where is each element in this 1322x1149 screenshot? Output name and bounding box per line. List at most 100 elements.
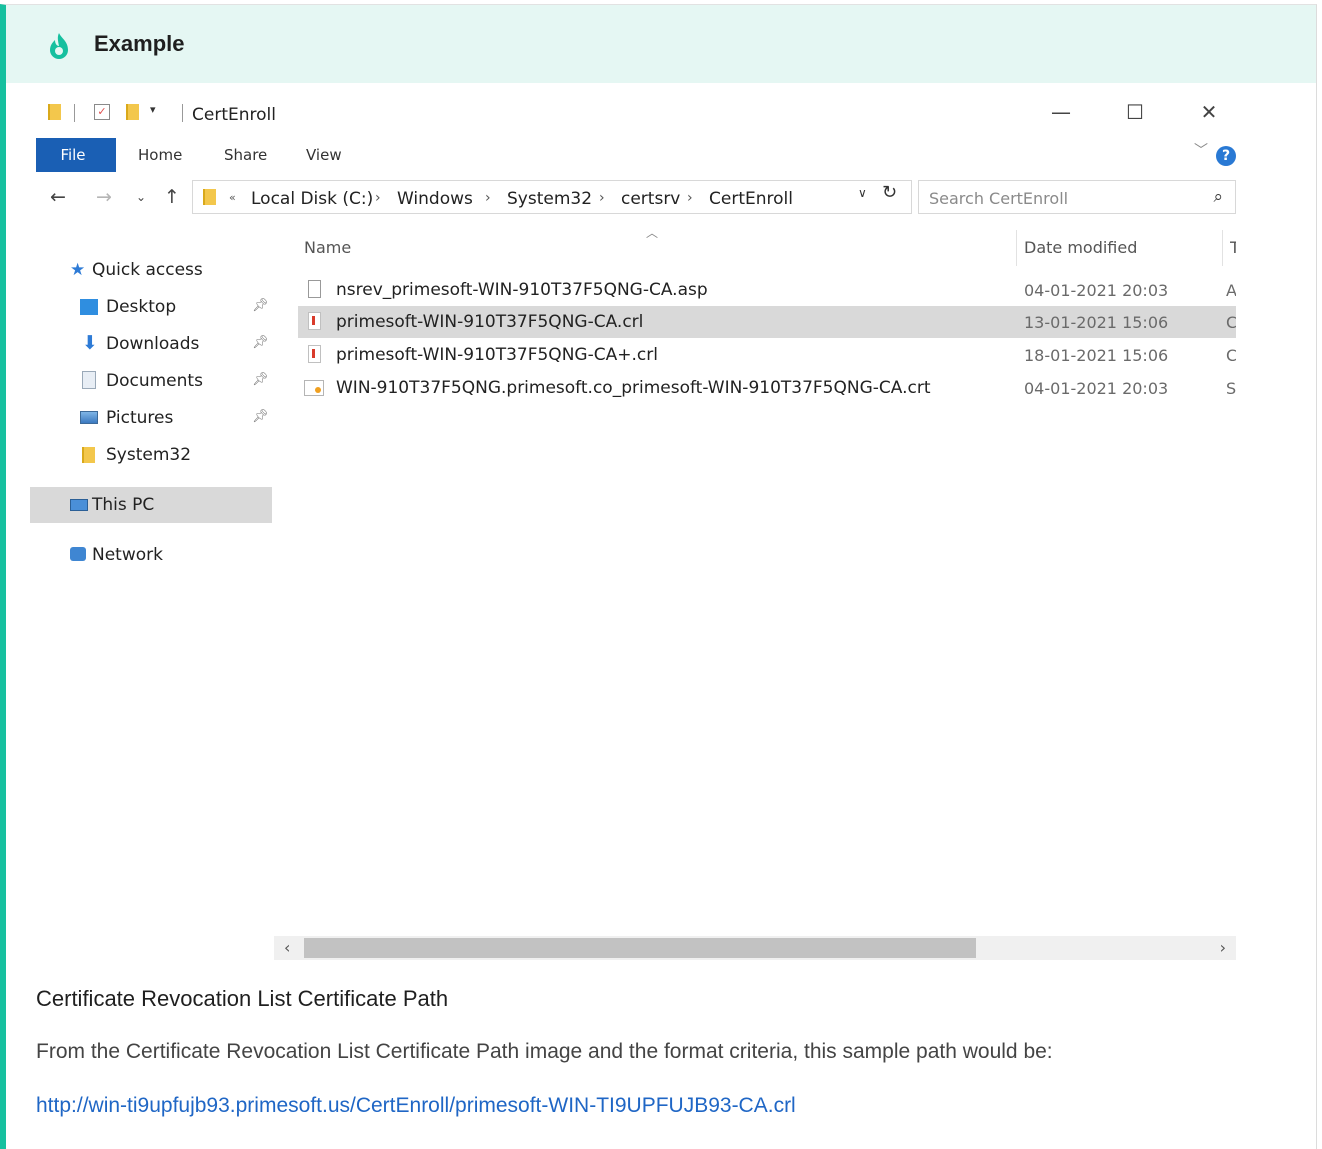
nav-label: System32 xyxy=(106,445,192,465)
nav-label: Downloads xyxy=(106,334,200,354)
help-icon[interactable]: ? xyxy=(1216,146,1236,166)
file-row[interactable]: WIN-910T37F5QNG.primesoft.co_primesoft-W… xyxy=(298,372,1236,404)
pin-icon[interactable]: 📌︎ xyxy=(252,298,269,313)
file-type: S xyxy=(1226,379,1236,398)
network-icon xyxy=(70,547,86,561)
nav-item-system32[interactable]: System32 xyxy=(30,437,272,473)
back-icon[interactable]: ← xyxy=(50,186,66,208)
flame-icon xyxy=(50,33,68,59)
nav-label: Network xyxy=(92,545,163,565)
expand-ribbon-icon[interactable]: ﹀ xyxy=(1194,140,1208,160)
column-divider[interactable] xyxy=(1222,230,1223,266)
download-icon: ⬇ xyxy=(82,332,98,354)
file-row[interactable]: nsrev_primesoft-WIN-910T37F5QNG-CA.asp 0… xyxy=(298,274,1236,306)
pin-icon[interactable]: 📌︎ xyxy=(252,372,269,387)
callout-header: Example xyxy=(6,5,1316,83)
title-bar: ✓ ▾ CertEnroll — ☐ ✕ xyxy=(30,92,1236,132)
folder-icon xyxy=(48,104,61,120)
chevron-right-icon[interactable]: › xyxy=(485,190,491,206)
file-name: primesoft-WIN-910T37F5QNG-CA+.crl xyxy=(336,345,658,365)
column-header-date-modified[interactable]: Date modified xyxy=(1024,238,1137,257)
nav-label: Desktop xyxy=(106,297,177,317)
up-icon[interactable]: ↑ xyxy=(164,186,180,208)
sort-ascending-icon: ︿ xyxy=(646,226,659,240)
nav-label: Quick access xyxy=(92,260,203,280)
chevron-right-icon[interactable]: › xyxy=(687,190,693,206)
forward-icon[interactable]: → xyxy=(96,186,112,208)
column-header-type[interactable]: T xyxy=(1230,238,1236,257)
column-header-name[interactable]: Name xyxy=(304,238,351,257)
address-row: ← → ⌄ ↑ « Local Disk (C:) › Windows › Sy… xyxy=(30,176,1236,218)
file-list: ︿ Name Date modified T nsrev_primesoft-W… xyxy=(274,220,1236,964)
nav-item-documents[interactable]: Documents 📌︎ xyxy=(30,363,272,399)
address-dropdown-icon[interactable]: ∨ xyxy=(858,186,867,200)
desktop-icon xyxy=(80,299,98,315)
nav-item-pictures[interactable]: Pictures 📌︎ xyxy=(30,400,272,436)
maximize-button[interactable]: ☐ xyxy=(1120,100,1150,124)
certificate-file-icon xyxy=(304,380,324,396)
scroll-right-icon[interactable]: › xyxy=(1220,938,1226,957)
nav-label: Pictures xyxy=(106,408,174,428)
pin-icon[interactable]: 📌︎ xyxy=(252,335,269,350)
file-type: C xyxy=(1226,313,1236,332)
nav-item-network[interactable]: Network xyxy=(30,537,272,573)
file-icon xyxy=(308,280,321,298)
ribbon: File Home Share View ﹀ ? xyxy=(36,138,1236,174)
scroll-left-icon[interactable]: ‹ xyxy=(284,938,290,957)
callout-title: Example xyxy=(94,31,185,56)
nav-item-desktop[interactable]: Desktop 📌︎ xyxy=(30,289,272,325)
separator xyxy=(74,104,75,122)
search-icon[interactable]: ⌕ xyxy=(1213,187,1223,207)
navigation-pane: ★ Quick access Desktop 📌︎ ⬇ Downloads 📌︎… xyxy=(30,232,272,964)
refresh-icon[interactable]: ↻ xyxy=(882,182,897,203)
scrollbar-thumb[interactable] xyxy=(304,938,976,958)
recent-locations-icon[interactable]: ⌄ xyxy=(136,190,146,204)
file-date: 18-01-2021 15:06 xyxy=(1024,346,1169,365)
tab-view[interactable]: View xyxy=(306,138,342,172)
horizontal-scrollbar[interactable]: ‹ › xyxy=(274,936,1236,960)
overflow-icon[interactable]: « xyxy=(229,191,236,204)
nav-label: Documents xyxy=(106,371,203,391)
minimize-button[interactable]: — xyxy=(1046,100,1076,124)
tab-home[interactable]: Home xyxy=(138,138,182,172)
breadcrumb-certenroll[interactable]: CertEnroll xyxy=(709,189,793,209)
computer-icon xyxy=(70,499,88,511)
address-bar[interactable]: « Local Disk (C:) › Windows › System32 ›… xyxy=(192,180,912,214)
nav-label: This PC xyxy=(92,495,155,515)
figure-caption: Certificate Revocation List Certificate … xyxy=(36,986,449,1011)
chevron-right-icon[interactable]: › xyxy=(599,190,605,206)
new-folder-icon[interactable] xyxy=(126,104,139,120)
file-date: 04-01-2021 20:03 xyxy=(1024,379,1169,398)
file-name: WIN-910T37F5QNG.primesoft.co_primesoft-W… xyxy=(336,378,931,398)
search-placeholder: Search CertEnroll xyxy=(929,189,1069,208)
search-box[interactable]: Search CertEnroll ⌕ xyxy=(918,180,1236,214)
separator xyxy=(182,104,183,122)
breadcrumb-certsrv[interactable]: certsrv xyxy=(621,189,680,209)
body-text: From the Certificate Revocation List Cer… xyxy=(36,1040,1053,1063)
sample-crl-link[interactable]: http://win-ti9upfujb93.primesoft.us/Cert… xyxy=(36,1094,796,1118)
crl-file-icon xyxy=(308,345,321,363)
breadcrumb-windows[interactable]: Windows xyxy=(397,189,473,209)
file-row[interactable]: primesoft-WIN-910T37F5QNG-CA.crl 13-01-2… xyxy=(298,306,1236,338)
close-button[interactable]: ✕ xyxy=(1194,100,1224,124)
nav-item-quick-access[interactable]: ★ Quick access xyxy=(30,252,272,288)
breadcrumb-local-disk[interactable]: Local Disk (C:) xyxy=(251,189,373,209)
pictures-icon xyxy=(80,411,98,424)
tab-file[interactable]: File xyxy=(36,138,116,172)
tab-share[interactable]: Share xyxy=(224,138,267,172)
column-divider[interactable] xyxy=(1016,230,1017,266)
customize-toolbar-icon[interactable]: ▾ xyxy=(150,103,156,116)
file-name: primesoft-WIN-910T37F5QNG-CA.crl xyxy=(336,312,644,332)
nav-item-downloads[interactable]: ⬇ Downloads 📌︎ xyxy=(30,326,272,362)
file-type: C xyxy=(1226,346,1236,365)
star-icon: ★ xyxy=(70,260,86,280)
folder-icon xyxy=(82,447,95,463)
file-row[interactable]: primesoft-WIN-910T37F5QNG-CA+.crl 18-01-… xyxy=(298,339,1236,371)
properties-icon[interactable]: ✓ xyxy=(94,104,110,120)
documents-icon xyxy=(82,371,96,389)
breadcrumb-system32[interactable]: System32 xyxy=(507,189,592,209)
nav-item-this-pc[interactable]: This PC xyxy=(30,487,272,523)
chevron-right-icon[interactable]: › xyxy=(375,190,381,206)
pin-icon[interactable]: 📌︎ xyxy=(252,409,269,424)
crl-file-icon xyxy=(308,312,321,330)
